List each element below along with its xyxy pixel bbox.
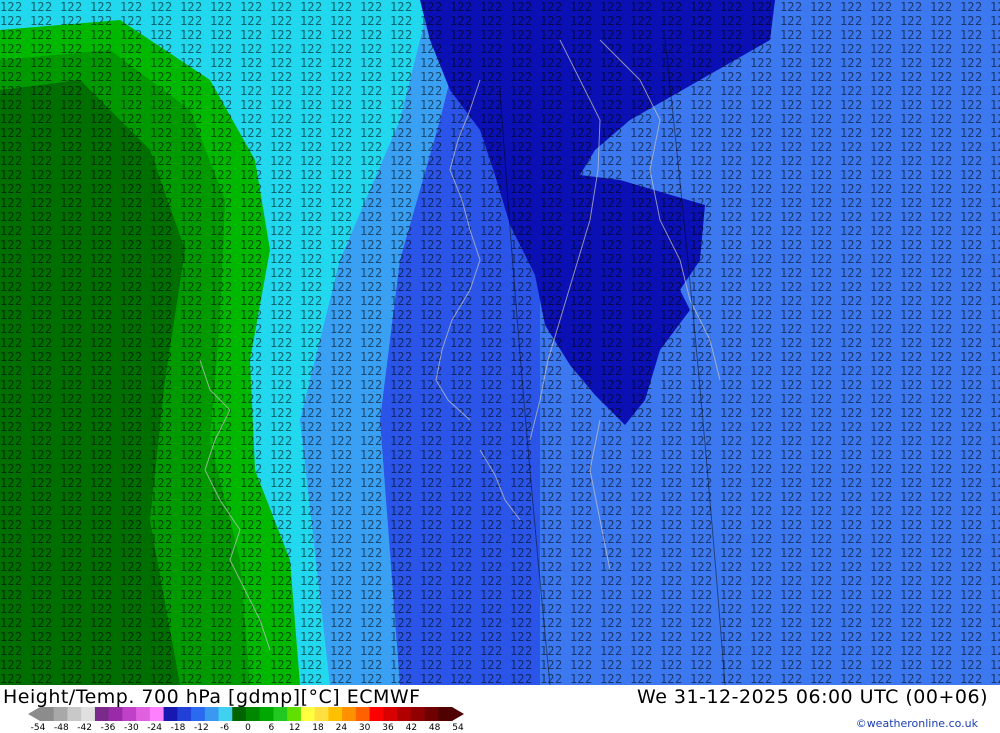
map-footer: Height/Temp. 700 hPa [gdmp][°C] ECMWF We… (0, 685, 1000, 733)
legend-tick-label: -24 (147, 723, 163, 733)
legend-tick-label: 0 (245, 723, 251, 733)
legend-swatch (410, 707, 426, 721)
legend-swatch (108, 707, 123, 721)
legend-swatch (177, 707, 192, 721)
legend-tick-label: 6 (268, 723, 275, 733)
legend-swatch (163, 707, 178, 721)
legend-swatch (53, 707, 68, 721)
legend-swatch (438, 707, 453, 721)
legend-swatch (328, 707, 343, 721)
legend-tick-label: -54 (30, 723, 46, 733)
legend-tick-label: 54 (452, 723, 464, 733)
map-canvas: 12 2 (0, 0, 1000, 685)
legend-swatch (287, 707, 302, 721)
legend-swatch (81, 707, 96, 721)
legend-tick-label: -36 (100, 723, 116, 733)
legend-swatch (273, 707, 288, 721)
valid-time: We 31-12-2025 06:00 UTC (00+06) (637, 686, 988, 708)
legend-swatch (355, 707, 371, 721)
legend-tick-label: 24 (335, 723, 348, 733)
legend-swatch (191, 707, 206, 721)
color-scale-legend (28, 707, 464, 721)
legend-swatch (122, 707, 137, 721)
map-title: Height/Temp. 700 hPa [gdmp][°C] ECMWF (3, 686, 421, 708)
legend-tick-label: 18 (312, 723, 324, 733)
legend-swatch (136, 707, 151, 721)
legend-tick-label: 48 (428, 723, 441, 733)
legend-swatch (383, 707, 398, 721)
legend-swatch (314, 707, 329, 721)
legend-arrow-right (452, 707, 464, 721)
weather-map: 12 2 (0, 0, 1000, 685)
legend-swatch (232, 707, 247, 721)
legend-swatch (67, 707, 82, 721)
credit-link[interactable]: ©weatheronline.co.uk (856, 717, 978, 730)
legend-tick-label: 42 (405, 723, 418, 733)
legend-swatch (246, 707, 261, 721)
legend-swatch (94, 707, 110, 721)
legend-swatch (204, 707, 220, 721)
legend-swatch (369, 707, 384, 721)
legend-tick-label: 12 (288, 723, 301, 733)
color-scale-labels: -54 -48 -42 -36 -30 -24 -18 -12 -6 0 6 12 18 24 30 36 42… (31, 723, 464, 733)
legend-swatch (397, 707, 412, 721)
legend-swatch (40, 707, 55, 721)
legend-swatch (424, 707, 439, 721)
legend-tick-label: 36 (382, 723, 394, 733)
legend-tick-label: 30 (358, 723, 371, 733)
legend-tick-label: -48 (53, 723, 69, 733)
legend-tick-label: -18 (170, 723, 186, 733)
legend-swatch (342, 707, 357, 721)
legend-tick-label: -42 (77, 723, 93, 733)
legend-tick-label: -12 (193, 723, 209, 733)
legend-swatch (300, 707, 316, 721)
legend-swatch (259, 707, 274, 721)
legend-swatch (218, 707, 233, 721)
legend-tick-label: -6 (220, 723, 230, 733)
contour-digit-overlay (0, 0, 1000, 685)
legend-swatch (149, 707, 165, 721)
legend-tick-label: -30 (123, 723, 139, 733)
legend-arrow-left (28, 707, 40, 721)
